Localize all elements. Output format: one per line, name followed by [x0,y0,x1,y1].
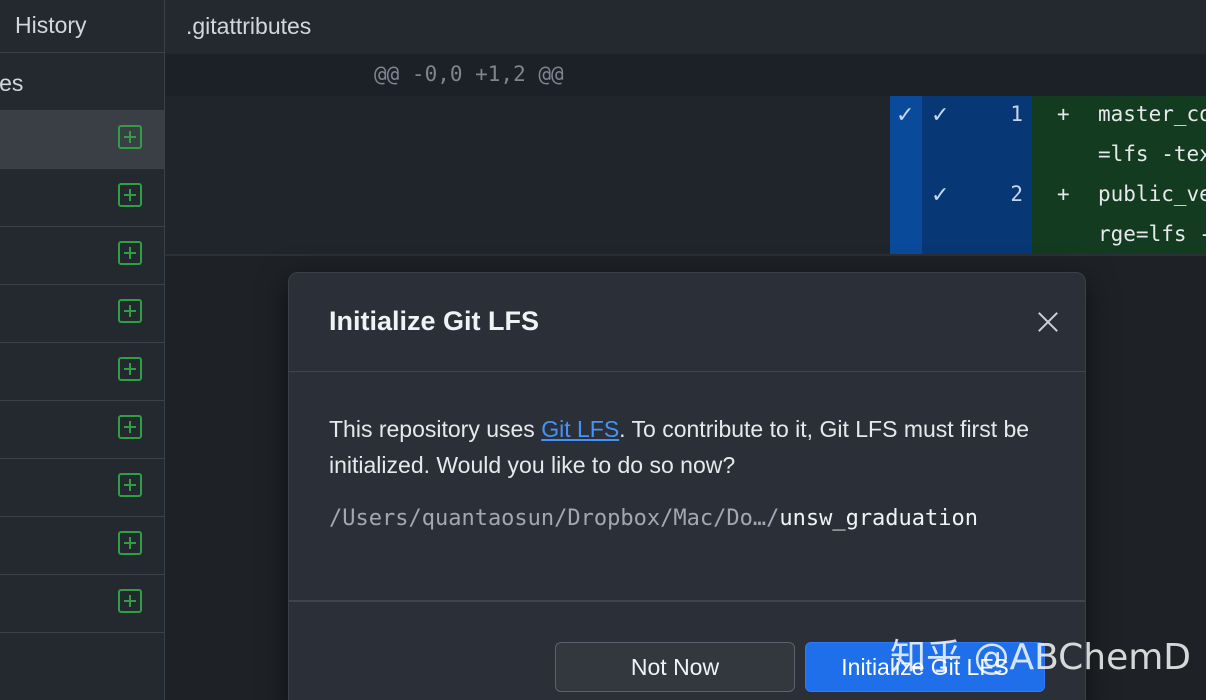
dialog-footer-divider [289,600,1085,602]
changed-file-row[interactable] [0,285,164,343]
dialog-title: Initialize Git LFS [329,306,540,336]
file-added-icon [118,531,142,555]
changed-file-row[interactable] [0,401,164,459]
dialog-header: Initialize Git LFS [289,273,1085,372]
file-added-icon [118,473,142,497]
check-icon[interactable]: ✓ [931,182,949,208]
changed-file-row[interactable] [0,459,164,517]
watermark: 知乎 @ABChemD [890,637,1192,678]
diff-marker: + [1057,182,1070,206]
hunk-header[interactable]: @@ -0,0 +1,2 @@ [165,56,1206,96]
changed-file-row[interactable] [0,575,164,633]
dialog-message: This repository uses Git LFS. To contrib… [329,411,1049,483]
close-icon[interactable] [1035,309,1061,335]
hunk-header-text: @@ -0,0 +1,2 @@ [374,62,564,86]
line-number: 2 [1010,182,1023,206]
sidebar: History les [0,0,165,700]
message-text-before-link: This repository uses [329,416,542,442]
path-prefix: /Users/quantaosun/Dropbox/Mac/Do…/ [329,506,780,531]
diff-lines: ✓ ✓ 1 + master_co =lfs -tex ✓ 2 + public… [165,96,1206,254]
diff-marker: + [1057,102,1070,126]
file-added-icon [118,299,142,323]
file-added-icon [118,183,142,207]
tab-history[interactable]: History [0,0,164,53]
code-line-wrap: rge=lfs - [1098,222,1206,246]
file-added-icon [118,125,142,149]
changed-file-row[interactable] [0,227,164,285]
app-window: History les .gitattributes @@ -0,0 +1,2 … [0,0,1206,700]
not-now-button[interactable]: Not Now [555,642,795,692]
changed-file-row[interactable] [0,169,164,227]
check-icon[interactable]: ✓ [896,102,914,128]
tab-history-label: History [15,12,87,38]
file-added-icon [118,241,142,265]
repository-path: /Users/quantaosun/Dropbox/Mac/Do…/unsw_g… [329,506,978,531]
changed-file-row[interactable] [0,343,164,401]
code-line: public_ve [1098,182,1206,206]
code-line: master_co [1098,102,1206,126]
diff-filename: .gitattributes [186,13,312,39]
diff-header: .gitattributes [165,0,1206,54]
divider [165,254,1206,256]
git-lfs-link[interactable]: Git LFS [541,416,619,442]
file-added-icon [118,415,142,439]
code-line-wrap: =lfs -tex [1098,142,1206,166]
check-icon[interactable]: ✓ [931,102,949,128]
line-number: 1 [1010,102,1023,126]
changed-file-row[interactable] [0,111,164,169]
file-added-icon [118,357,142,381]
file-added-icon [118,589,142,613]
changed-files-label: les [0,70,24,96]
repository-name: unsw_graduation [779,506,979,531]
changes-header: les [0,53,164,111]
changed-file-row[interactable] [0,517,164,575]
